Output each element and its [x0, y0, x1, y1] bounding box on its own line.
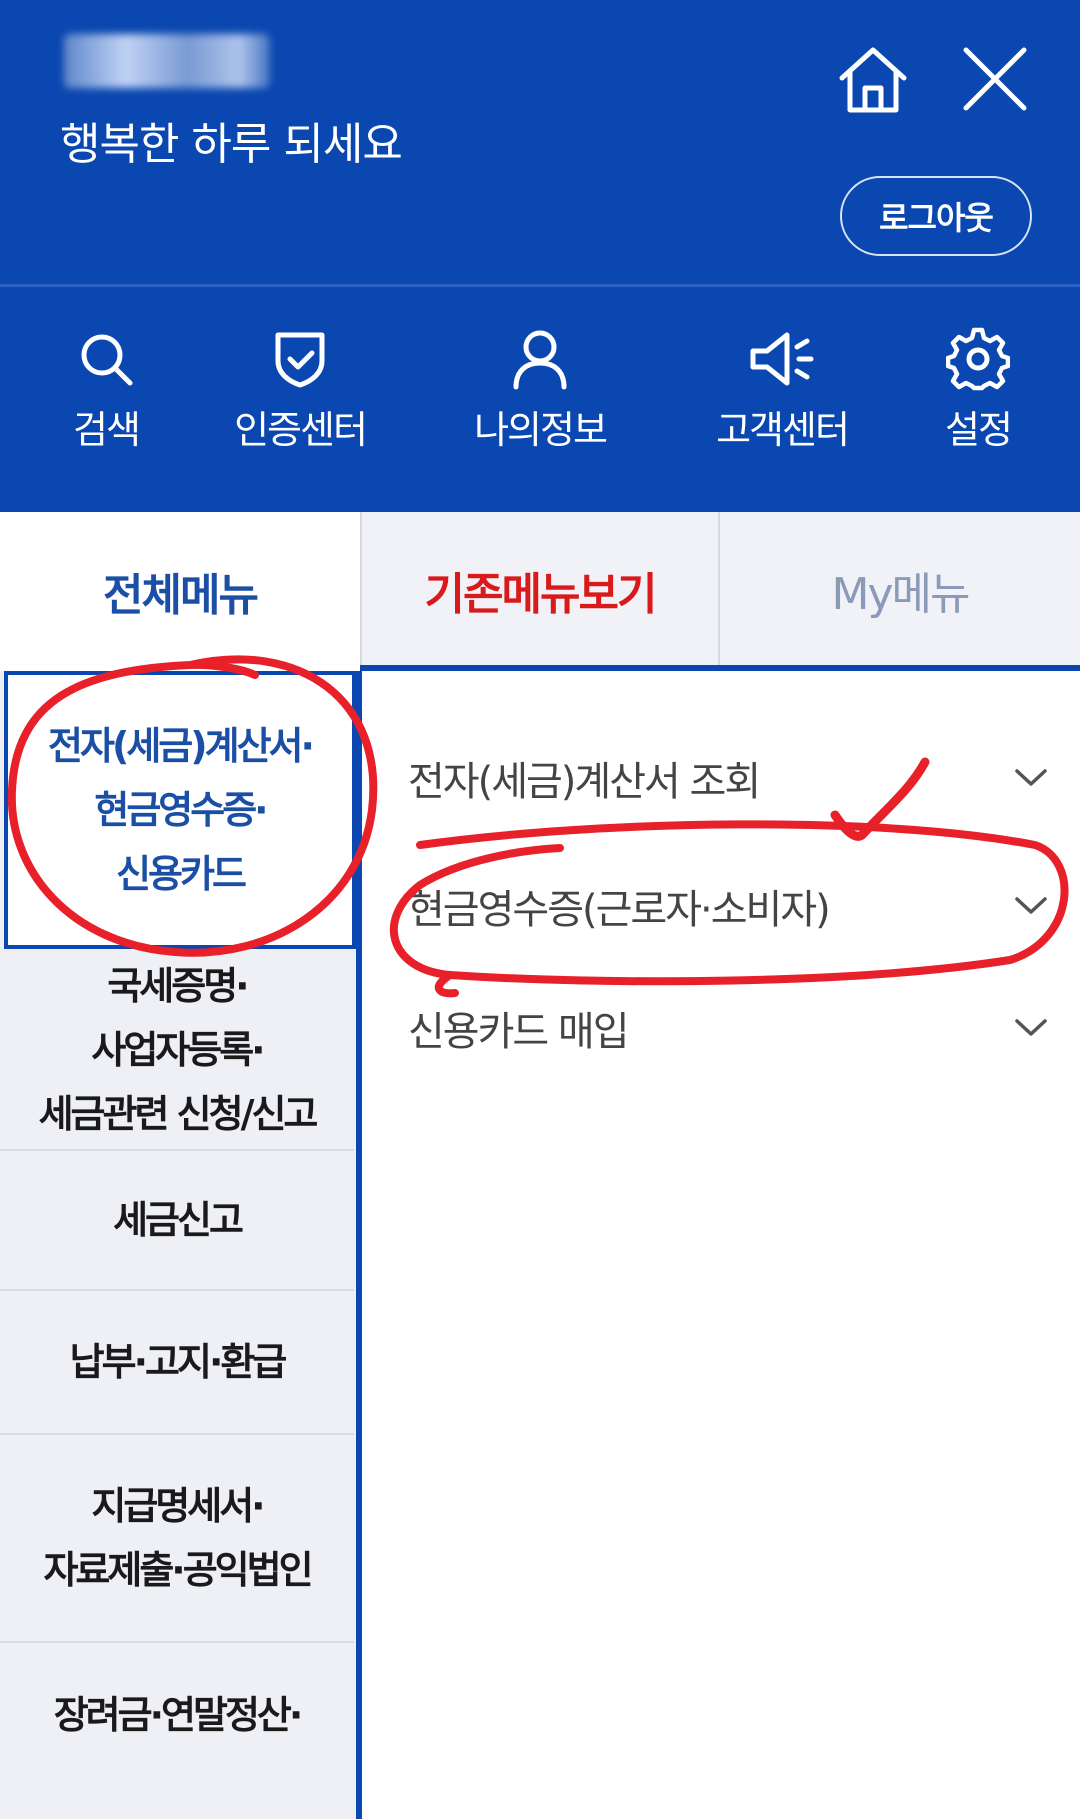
submenu-panel: 전자(세금)계산서 조회 현금영수증(근로자·소비자) 신용카드 매입: [356, 671, 1080, 1819]
logout-button[interactable]: 로그아웃: [840, 176, 1032, 256]
quick-auth-label: 인증센터: [234, 408, 368, 452]
category-item-tax-filing[interactable]: 세금신고: [0, 1151, 354, 1291]
user-icon: [513, 330, 567, 390]
quick-settings[interactable]: 설정: [898, 327, 1058, 454]
category-list: 전자(세금)계산서· 현금영수증· 신용카드 국세증명· 사업자등록· 세금관련…: [0, 671, 360, 1819]
home-icon: [839, 47, 907, 113]
chevron-down-icon: [1015, 1019, 1047, 1036]
quick-settings-label: 설정: [945, 408, 1013, 452]
submenu-item-e-invoice-lookup[interactable]: 전자(세금)계산서 조회: [408, 733, 1048, 823]
search-icon: [81, 334, 133, 386]
quick-my-info[interactable]: 나의정보: [460, 327, 620, 454]
shield-check-icon: [275, 332, 325, 388]
quick-search-label: 검색: [73, 408, 141, 452]
close-button[interactable]: [956, 40, 1034, 118]
gear-icon: [946, 327, 1010, 391]
tab-my-menu[interactable]: My메뉴: [720, 512, 1080, 670]
tab-all-menu[interactable]: 전체메뉴: [0, 512, 360, 670]
quick-search[interactable]: 검색: [26, 327, 186, 454]
submenu-label: 신용카드 매입: [408, 1009, 630, 1055]
submenu-item-cash-receipt[interactable]: 현금영수증(근로자·소비자): [408, 861, 1048, 951]
chevron-down-icon: [1015, 897, 1047, 914]
home-button[interactable]: [834, 40, 912, 118]
submenu-label: 현금영수증(근로자·소비자): [408, 887, 831, 933]
app-header: 행복한 하루 되세요 로그아웃: [0, 0, 1080, 284]
quick-menu-bar: 검색 인증센터 나의정보 고객센터 설정: [0, 287, 1080, 512]
quick-customer-center[interactable]: 고객센터: [702, 327, 862, 454]
blurred-username: [64, 34, 270, 88]
close-icon: [963, 47, 1027, 111]
submenu-item-credit-card[interactable]: 신용카드 매입: [408, 983, 1048, 1073]
quick-customer-label: 고객센터: [716, 408, 850, 452]
greeting-text: 행복한 하루 되세요: [60, 119, 403, 170]
category-item-incentives[interactable]: 장려금·연말정산·: [0, 1643, 354, 1819]
quick-auth-center[interactable]: 인증센터: [220, 327, 380, 454]
menu-tabs: 전체메뉴 기존메뉴보기 My메뉴: [0, 512, 1080, 670]
submenu-label: 전자(세금)계산서 조회: [408, 759, 761, 805]
category-item-e-invoice[interactable]: 전자(세금)계산서· 현금영수증· 신용카드: [4, 671, 356, 949]
tab-legacy-menu[interactable]: 기존메뉴보기: [360, 512, 720, 670]
category-item-statements[interactable]: 지급명세서· 자료제출·공익법인: [0, 1435, 354, 1643]
chevron-down-icon: [1015, 769, 1047, 786]
quick-my-info-label: 나의정보: [474, 408, 608, 452]
megaphone-icon: [750, 332, 814, 386]
category-item-certificates[interactable]: 국세증명· 사업자등록· 세금관련 신청/신고: [0, 951, 354, 1151]
category-item-payment[interactable]: 납부·고지·환급: [0, 1291, 354, 1435]
